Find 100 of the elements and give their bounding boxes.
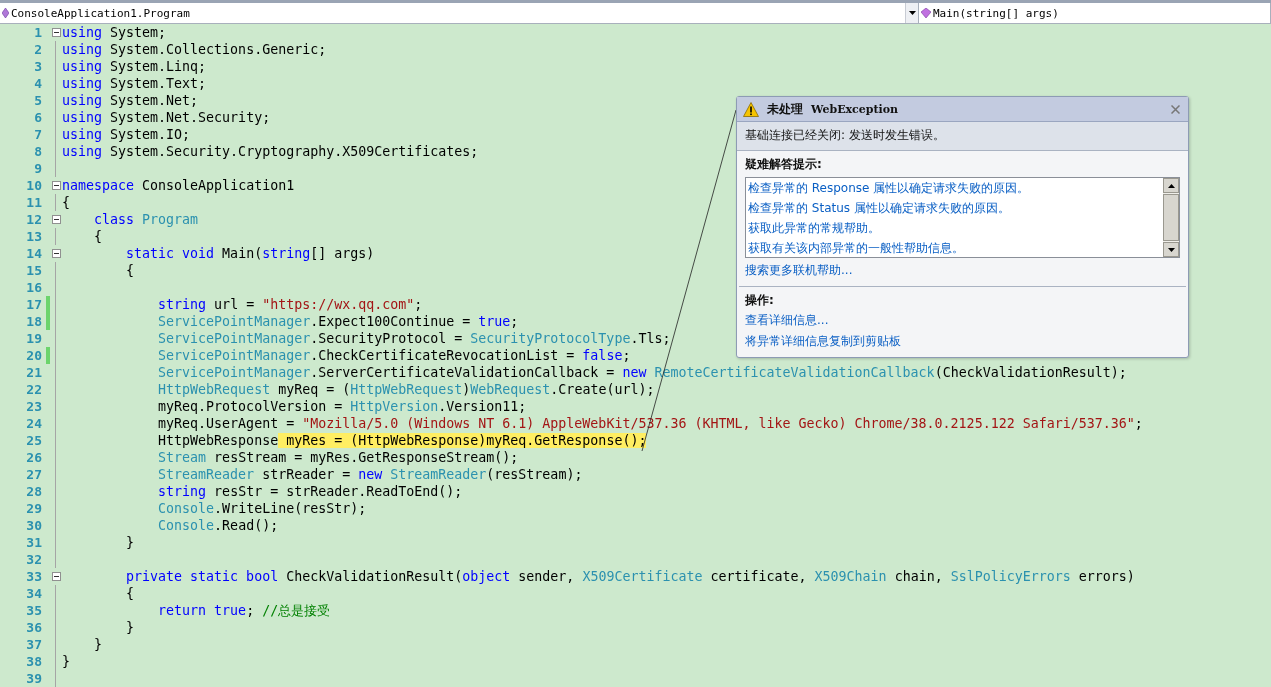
collapse-icon[interactable] — [51, 572, 61, 581]
collapse-icon[interactable] — [51, 181, 61, 190]
line-number: 36 — [25, 620, 42, 635]
line-number: 27 — [25, 467, 42, 482]
code-line: ServicePointManager.Expect100Continue = true; — [157, 313, 519, 330]
line-number: 6 — [33, 110, 42, 125]
code-line: using System.Linq; — [62, 58, 207, 75]
type-dropdown-value: ConsoleApplication1.Program — [11, 6, 191, 20]
code-line: myReq.ProtocolVersion = HttpVersion.Version11; — [157, 398, 527, 415]
line-number: 35 — [25, 603, 42, 618]
line-number: 18 — [25, 314, 42, 329]
line-number: 11 — [25, 195, 42, 210]
code-line: HttpWebResponse myRes = (HttpWebResponse)myReq.GetResponse(); — [157, 432, 647, 449]
exception-type: WebException — [811, 102, 900, 116]
collapse-icon[interactable] — [51, 215, 61, 224]
line-number: 15 — [25, 263, 42, 278]
code-line: using System.Collections.Generic; — [62, 41, 327, 58]
code-line: string resStr = strReader.ReadToEnd(); — [157, 483, 463, 500]
code-line: } — [93, 636, 103, 653]
line-number: 31 — [25, 535, 42, 550]
down-arrow-icon[interactable] — [1167, 247, 1175, 252]
code-line: using System.Net.Security; — [62, 109, 271, 126]
close-icon — [1171, 105, 1180, 114]
line-number: 37 — [25, 637, 42, 652]
code-line: } — [125, 534, 135, 551]
actions-heading: 操作: — [745, 292, 775, 309]
code-line: using System.Net; — [62, 92, 199, 109]
code-line: StreamReader strReader = new StreamReader(resStream); — [157, 466, 583, 483]
code-line: return true; //总是接受 — [157, 602, 331, 619]
code-line: ServicePointManager.CheckCertificateRevocationList = false; — [157, 347, 631, 364]
code-line: using System.Security.Cryptography.X509Certificates; — [62, 143, 479, 160]
line-number: 17 — [25, 297, 42, 312]
code-line: namespace ConsoleApplication1 — [62, 177, 295, 194]
code-line: string url = "https://wx.qq.com"; — [157, 296, 423, 313]
code-line: using System; — [62, 24, 167, 41]
line-number: 38 — [25, 654, 42, 669]
line-number: 7 — [33, 127, 42, 142]
line-number: 34 — [25, 586, 42, 601]
warning-icon — [743, 101, 759, 117]
line-number: 1 — [33, 25, 42, 40]
code-line: using System.Text; — [62, 75, 207, 92]
line-number: 2 — [33, 42, 42, 57]
code-line: class Program — [93, 211, 199, 228]
type-dropdown[interactable]: ConsoleApplication1.Program — [0, 3, 919, 23]
line-number: 16 — [25, 280, 42, 295]
line-number: 10 — [25, 178, 42, 193]
collapse-icon[interactable] — [51, 28, 61, 37]
code-line: { — [125, 262, 135, 279]
line-number: 32 — [25, 552, 42, 567]
line-number: 29 — [25, 501, 42, 516]
tip-link[interactable]: 获取此异常的常规帮助。 — [748, 218, 1163, 238]
member-dropdown-value: Main(string[] args) — [933, 6, 1060, 20]
caret-icon — [908, 11, 916, 15]
member-dropdown[interactable]: Main(string[] args) — [919, 3, 1271, 23]
action-link[interactable]: 查看详细信息... — [745, 311, 1180, 330]
dropdown-button[interactable] — [905, 3, 918, 23]
line-number: 25 — [25, 433, 42, 448]
code-line: Stream resStream = myRes.GetResponseStream(); — [157, 449, 519, 466]
line-number: 28 — [25, 484, 42, 499]
code-line: Console.WriteLine(resStr); — [157, 500, 367, 517]
line-number: 26 — [25, 450, 42, 465]
line-number: 23 — [25, 399, 42, 414]
code-line: { — [125, 585, 135, 602]
code-line: } — [62, 653, 70, 670]
tip-link[interactable]: 检查异常的 Status 属性以确定请求失败的原因。 — [748, 198, 1163, 218]
close-button[interactable] — [1169, 102, 1182, 116]
tips-heading: 疑难解答提示: — [745, 156, 823, 173]
line-number: 20 — [25, 348, 42, 363]
exception-message: 基础连接已经关闭: 发送时发生错误。 — [737, 122, 1188, 151]
line-number: 39 — [25, 671, 42, 686]
action-link[interactable]: 将异常详细信息复制到剪贴板 — [745, 332, 1180, 351]
line-number: 24 — [25, 416, 42, 431]
code-line: { — [93, 228, 103, 245]
class-icon — [2, 8, 9, 18]
line-number: 21 — [25, 365, 42, 380]
up-arrow-icon[interactable] — [1167, 183, 1175, 188]
code-line: { — [62, 194, 70, 211]
line-number: 30 — [25, 518, 42, 533]
line-number: 5 — [33, 93, 42, 108]
line-number: 12 — [25, 212, 42, 227]
popup-title: 未处理 — [767, 100, 803, 118]
code-line: HttpWebRequest myReq = (HttpWebRequest)WebRequest.Create(url); — [157, 381, 655, 398]
tip-link[interactable]: 检查异常的 Response 属性以确定请求失败的原因。 — [748, 178, 1163, 198]
code-line: static void Main(string[] args) — [125, 245, 375, 262]
code-line: ServicePointManager.SecurityProtocol = SecurityProtocolType.Tls; — [157, 330, 671, 347]
line-number: 9 — [33, 161, 42, 176]
line-number: 13 — [25, 229, 42, 244]
collapse-icon[interactable] — [51, 249, 61, 258]
line-number: 3 — [33, 59, 42, 74]
line-number: 14 — [25, 246, 42, 261]
line-number: 8 — [33, 144, 42, 159]
scrollbar[interactable] — [1163, 178, 1179, 257]
code-line: myReq.UserAgent = "Mozilla/5.0 (Windows NT 6.1) AppleWebKit/537.36 (KHTML, like Gecko) Chrome/38.0.2125.122 Safari/537.36"; — [157, 415, 1143, 432]
line-number: 33 — [25, 569, 42, 584]
line-number: 4 — [33, 76, 42, 91]
tip-link[interactable]: 获取有关该内部异常的一般性帮助信息。 — [748, 238, 1163, 257]
search-online-link[interactable]: 搜索更多联机帮助... — [745, 260, 1180, 280]
code-line: } — [125, 619, 135, 636]
method-icon — [921, 8, 931, 18]
line-number: 22 — [25, 382, 42, 397]
